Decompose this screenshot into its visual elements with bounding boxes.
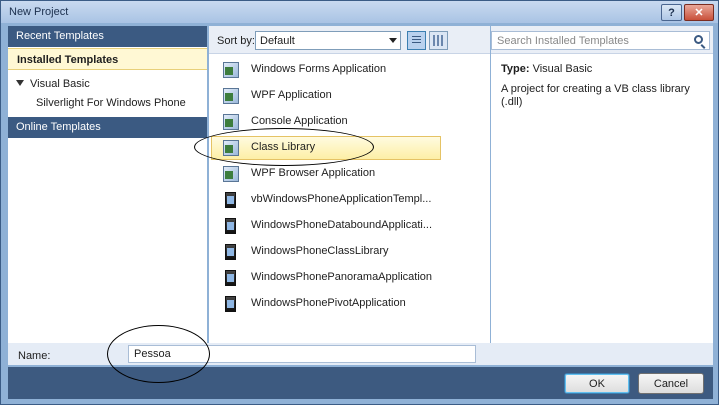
online-templates-header[interactable]: Online Templates: [8, 117, 207, 138]
search-toolbar: Search Installed Templates: [491, 26, 713, 54]
ok-button[interactable]: OK: [564, 373, 630, 394]
template-label: vbWindowsPhoneApplicationTempl...: [251, 193, 432, 205]
list-view-button[interactable]: [407, 31, 426, 50]
template-item[interactable]: WindowsPhoneClassLibrary: [211, 240, 441, 264]
template-item[interactable]: WindowsPhoneDataboundApplicati...: [211, 214, 441, 238]
grid-view-icon: [433, 35, 444, 46]
template-list-panel: Sort by: Default Windows Forms Applicati…: [209, 26, 490, 343]
category-panel: Recent Templates Installed Templates Vis…: [8, 26, 207, 343]
template-item[interactable]: WindowsPhonePanoramaApplication: [211, 266, 441, 290]
tree-item-visual-basic[interactable]: Visual Basic: [30, 78, 90, 90]
template-label: WindowsPhonePivotApplication: [251, 297, 406, 309]
title-bar: New Project ? ✕: [1, 1, 718, 23]
sort-by-dropdown[interactable]: Default: [255, 31, 401, 50]
cancel-button[interactable]: Cancel: [638, 373, 704, 394]
search-placeholder: Search Installed Templates: [497, 35, 629, 47]
template-label: WPF Application: [251, 89, 332, 101]
phone-icon: [225, 218, 236, 234]
template-label: Windows Forms Application: [251, 63, 387, 75]
installed-templates-header[interactable]: Installed Templates: [8, 48, 207, 70]
template-label: WindowsPhoneClassLibrary: [251, 245, 389, 257]
sort-by-value: Default: [260, 35, 295, 47]
template-item[interactable]: vbWindowsPhoneApplicationTempl...: [211, 188, 441, 212]
template-description: A project for creating a VB class librar…: [501, 83, 690, 108]
help-button[interactable]: ?: [661, 4, 682, 21]
sort-toolbar: Sort by: Default: [209, 26, 490, 54]
template-label: WPF Browser Application: [251, 167, 376, 179]
search-icon[interactable]: [694, 35, 703, 44]
console-icon: [223, 114, 239, 130]
name-label: Name:: [18, 350, 51, 362]
annotation-ellipse-name: [107, 325, 210, 383]
type-key: Type:: [501, 63, 530, 75]
template-item[interactable]: WPF Application: [211, 84, 441, 108]
template-label: WindowsPhoneDataboundApplicati...: [251, 219, 433, 231]
expand-arrow-icon[interactable]: [16, 80, 24, 86]
winforms-icon: [223, 62, 239, 78]
template-label: Console Application: [251, 115, 348, 127]
wpf-icon: [223, 88, 239, 104]
button-bar: OK Cancel: [8, 367, 713, 399]
close-button[interactable]: ✕: [684, 4, 714, 21]
details-panel: Search Installed Templates Type: Visual …: [491, 26, 713, 343]
tree-item-silverlight-wp[interactable]: Silverlight For Windows Phone: [36, 97, 186, 109]
phone-icon: [225, 192, 236, 208]
type-line: Type: Visual Basic: [501, 63, 592, 75]
phone-icon: [225, 244, 236, 260]
dropdown-arrow-icon: [389, 38, 397, 43]
recent-templates-header[interactable]: Recent Templates: [8, 26, 207, 47]
list-view-icon: [412, 36, 421, 45]
wpf-browser-icon: [223, 166, 239, 182]
annotation-ellipse-class-library: [194, 128, 374, 166]
sort-by-label: Sort by:: [217, 35, 255, 47]
template-item[interactable]: WindowsPhonePivotApplication: [211, 292, 441, 316]
grid-view-button[interactable]: [429, 31, 448, 50]
search-input[interactable]: Search Installed Templates: [491, 31, 710, 50]
template-label: WindowsPhonePanoramaApplication: [251, 271, 432, 283]
window-title: New Project: [9, 6, 69, 18]
template-item[interactable]: WPF Browser Application: [211, 162, 441, 186]
type-value: Visual Basic: [532, 63, 593, 75]
template-item[interactable]: Windows Forms Application: [211, 58, 441, 82]
phone-icon: [225, 270, 236, 286]
new-project-window: New Project ? ✕ Recent Templates Install…: [0, 0, 719, 405]
phone-icon: [225, 296, 236, 312]
